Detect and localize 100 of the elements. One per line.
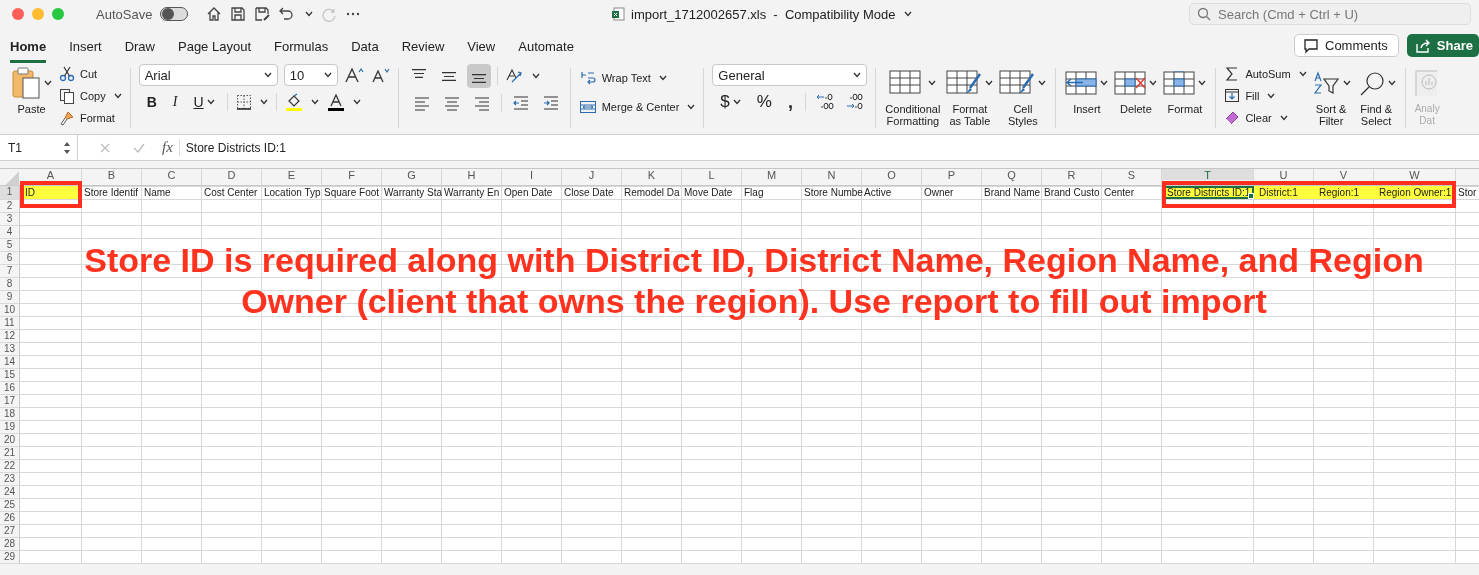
find-and-select-button[interactable]: Find & Select: [1355, 64, 1397, 129]
row-header[interactable]: 4: [0, 226, 20, 239]
row-header[interactable]: 9: [0, 291, 20, 304]
row-header[interactable]: 10: [0, 304, 20, 317]
cell-styles-button[interactable]: Cell Styles: [998, 64, 1048, 129]
column-header[interactable]: O: [862, 169, 921, 180]
row-header[interactable]: 25: [0, 499, 20, 512]
table-cell[interactable]: District:1: [1254, 186, 1314, 199]
font-name-dropdown[interactable]: Arial: [138, 64, 278, 86]
row-header[interactable]: 23: [0, 473, 20, 486]
ribbon-tab[interactable]: Page Layout: [178, 36, 251, 63]
column-header[interactable]: E: [262, 169, 321, 180]
column-header[interactable]: D: [202, 169, 261, 180]
table-cell[interactable]: Warranty Sta: [382, 186, 442, 199]
table-cell[interactable]: Flag: [742, 186, 802, 199]
table-cell[interactable]: Location Typ: [262, 186, 322, 199]
column-header[interactable]: U: [1254, 169, 1313, 180]
decrease-indent-icon[interactable]: [511, 94, 530, 112]
format-painter-button[interactable]: Format: [59, 108, 122, 127]
row-header[interactable]: 14: [0, 356, 20, 369]
table-cell[interactable]: Name: [142, 186, 202, 199]
column-header[interactable]: B: [82, 169, 141, 180]
column-header[interactable]: L: [682, 169, 741, 180]
row-header[interactable]: 19: [0, 421, 20, 434]
row-header[interactable]: 21: [0, 447, 20, 460]
formula-field[interactable]: Store Districts ID:1: [185, 140, 286, 155]
insert-function-button[interactable]: fx: [162, 139, 180, 156]
borders-button[interactable]: [235, 92, 268, 112]
row-header[interactable]: 18: [0, 408, 20, 421]
home-icon[interactable]: [206, 6, 223, 22]
copy-button[interactable]: Copy: [59, 86, 122, 105]
table-cell[interactable]: Owner: [922, 186, 982, 199]
row-header[interactable]: 11: [0, 317, 20, 330]
row-header[interactable]: 28: [0, 538, 20, 551]
table-cell[interactable]: Region:1: [1314, 186, 1374, 199]
row-header[interactable]: 8: [0, 278, 20, 291]
delete-cells-button[interactable]: Delete: [1113, 64, 1159, 117]
bold-button[interactable]: B: [142, 92, 161, 112]
caret-icon[interactable]: [305, 11, 314, 17]
insert-cells-button[interactable]: Insert: [1064, 64, 1110, 117]
font-color-button[interactable]: [326, 92, 361, 112]
column-header[interactable]: T: [1162, 169, 1253, 180]
align-center-icon[interactable]: [442, 94, 461, 112]
row-header[interactable]: 3: [0, 213, 20, 226]
table-cell[interactable]: Brand Name: [982, 186, 1042, 199]
row-header[interactable]: 27: [0, 525, 20, 538]
table-cell[interactable]: Stor: [1456, 186, 1479, 199]
column-header[interactable]: H: [442, 169, 501, 180]
wrap-text-button[interactable]: Wrap Text: [578, 68, 667, 87]
ribbon-tab[interactable]: Formulas: [274, 36, 329, 63]
column-header[interactable]: Q: [982, 169, 1041, 180]
column-header[interactable]: S: [1102, 169, 1161, 180]
column-header[interactable]: G: [382, 169, 441, 180]
row-header[interactable]: 22: [0, 460, 20, 473]
column-header[interactable]: N: [802, 169, 861, 180]
currency-button[interactable]: $: [716, 92, 745, 112]
underline-button[interactable]: U: [189, 92, 219, 112]
column-header[interactable]: A: [20, 169, 81, 180]
sort-and-filter-button[interactable]: Sort & Filter: [1310, 64, 1352, 129]
paste-button[interactable]: Paste: [10, 64, 53, 117]
column-header[interactable]: P: [922, 169, 981, 180]
autosave-toggle[interactable]: [160, 7, 189, 21]
comma-style-button[interactable]: ,: [783, 92, 797, 112]
fill-handle[interactable]: [1248, 193, 1254, 199]
cut-button[interactable]: Cut: [59, 64, 122, 83]
format-cells-button[interactable]: Format: [1162, 64, 1208, 117]
table-cell[interactable]: Square Foot: [322, 186, 382, 199]
save-icon[interactable]: [230, 6, 247, 22]
caret-icon[interactable]: [904, 11, 913, 17]
conditional-formatting-button[interactable]: Conditional Formatting: [884, 64, 942, 129]
row-header[interactable]: 7: [0, 265, 20, 278]
row-header[interactable]: 12: [0, 330, 20, 343]
undo-icon[interactable]: [278, 6, 295, 22]
save-as-icon[interactable]: [254, 6, 271, 22]
ribbon-tab[interactable]: View: [467, 36, 496, 63]
comments-button[interactable]: Comments: [1294, 34, 1399, 57]
font-size-dropdown[interactable]: 10: [283, 64, 338, 86]
table-cell[interactable]: Center: [1102, 186, 1162, 199]
column-header[interactable]: J: [562, 169, 621, 180]
row-header[interactable]: 13: [0, 343, 20, 356]
decrease-decimal-icon[interactable]: [844, 93, 865, 111]
align-right-icon[interactable]: [472, 94, 491, 112]
column-header[interactable]: K: [622, 169, 681, 180]
close-window-icon[interactable]: [12, 8, 24, 20]
ribbon-tab[interactable]: Data: [351, 36, 379, 63]
row-header[interactable]: 24: [0, 486, 20, 499]
ribbon-tab[interactable]: Home: [10, 36, 47, 63]
table-cell[interactable]: Open Date: [502, 186, 562, 199]
table-cell[interactable]: Active: [862, 186, 922, 199]
row-header[interactable]: 5: [0, 239, 20, 252]
share-button[interactable]: Share: [1406, 34, 1479, 57]
table-cell[interactable]: Close Date: [562, 186, 622, 199]
column-header[interactable]: I: [502, 169, 561, 180]
table-cell[interactable]: Move Date: [682, 186, 742, 199]
column-header[interactable]: C: [142, 169, 201, 180]
merge-and-center-button[interactable]: Merge & Center: [578, 97, 696, 116]
search-field[interactable]: Search (Cmd + Ctrl + U): [1189, 3, 1471, 25]
table-cell[interactable]: Cost Center: [202, 186, 262, 199]
fill-button[interactable]: Fill: [1224, 86, 1307, 105]
row-header[interactable]: 15: [0, 369, 20, 382]
